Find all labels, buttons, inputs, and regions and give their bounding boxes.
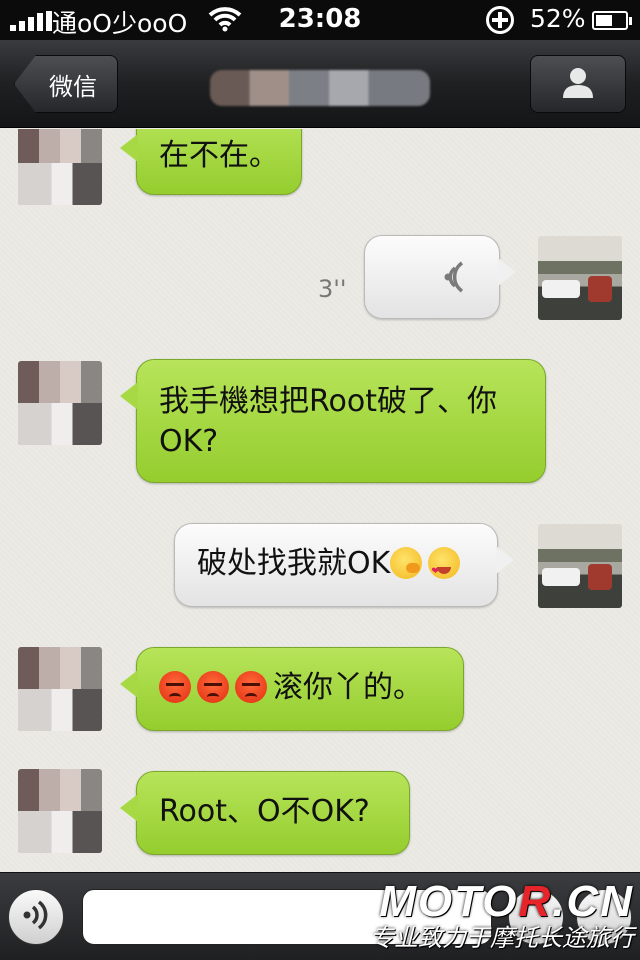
voice-wave-icon <box>443 260 473 307</box>
my-avatar[interactable] <box>538 236 622 320</box>
profile-button[interactable] <box>530 55 626 113</box>
input-bar: MOTOR.CN 专业致力于摩托长途旅行 <box>0 872 640 960</box>
message-text: Root、O不OK? <box>159 794 370 829</box>
message-bubble-incoming[interactable]: 滚你丫的。 <box>120 647 464 731</box>
rotation-lock-icon <box>486 6 514 34</box>
heart-eyes-face-icon <box>428 547 461 594</box>
angry-face-icon <box>159 671 191 703</box>
back-button-label: 微信 <box>49 72 97 101</box>
battery-icon <box>592 11 632 30</box>
voice-input-button[interactable] <box>8 889 64 945</box>
message-text-line: OK? <box>159 424 219 459</box>
chat-messages[interactable]: 在不在。 3'' 我手機想把Root破了、你 OK? 破处找我就OK 滚你丫的。… <box>0 129 640 872</box>
friend-avatar[interactable] <box>18 361 102 445</box>
message-bubble-outgoing[interactable]: 破处找我就OK <box>174 523 514 607</box>
message-bubble-incoming[interactable]: 在不在。 <box>120 129 302 195</box>
back-button[interactable]: 微信 <box>14 55 118 113</box>
voice-wave-icon <box>21 899 51 935</box>
my-avatar[interactable] <box>538 524 622 608</box>
chat-title-blurred <box>210 70 430 106</box>
voice-message-bubble[interactable] <box>364 235 516 319</box>
message-text: 破处找我就OK <box>197 546 391 581</box>
message-text: 滚你丫的。 <box>273 670 423 705</box>
friend-avatar[interactable] <box>18 769 102 853</box>
voice-duration: 3'' <box>318 275 347 303</box>
nav-bar: 微信 <box>0 40 640 128</box>
message-input[interactable] <box>82 889 492 945</box>
angry-face-icon <box>197 671 229 703</box>
message-text: 在不在。 <box>159 138 279 173</box>
friend-avatar[interactable] <box>18 129 102 205</box>
angry-face-icon <box>235 671 267 703</box>
thinking-face-icon <box>390 547 423 579</box>
message-bubble-incoming[interactable]: 我手機想把Root破了、你 OK? <box>120 359 546 483</box>
more-options-button[interactable] <box>576 889 632 945</box>
person-icon <box>561 65 595 103</box>
battery-percent: 52% <box>530 4 586 33</box>
message-bubble-incoming[interactable]: Root、O不OK? <box>120 771 410 855</box>
status-bar: 通oO少ooO 23:08 52% <box>0 0 640 40</box>
emoji-button[interactable] <box>508 889 564 945</box>
message-text-line: 我手機想把Root破了、你 <box>159 384 497 419</box>
friend-avatar[interactable] <box>18 647 102 731</box>
